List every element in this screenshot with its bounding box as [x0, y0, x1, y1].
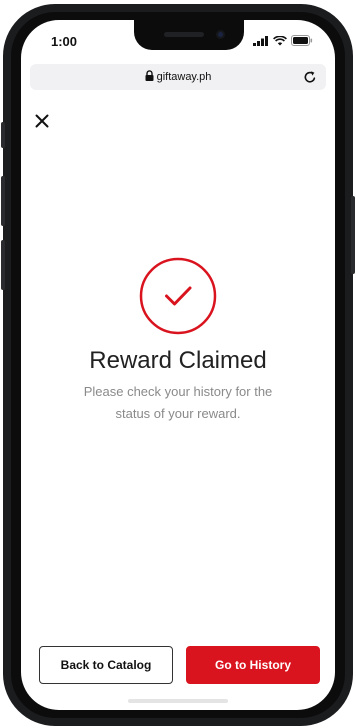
speaker-grille	[164, 32, 204, 37]
home-indicator	[128, 699, 228, 703]
reload-icon[interactable]	[302, 69, 318, 85]
success-message: Please check your history for the status…	[83, 384, 273, 421]
status-icons	[253, 35, 313, 46]
lock-icon	[145, 70, 154, 81]
checkmark-circle-icon	[139, 257, 217, 335]
go-to-history-button[interactable]: Go to History	[186, 646, 320, 684]
success-title: Reward Claimed	[89, 347, 267, 374]
address-text: giftaway.ph	[156, 71, 212, 83]
phone-screen: 1:00 giftaway.ph Reward Claimed Please c…	[21, 20, 335, 710]
battery-icon	[291, 35, 313, 46]
status-time: 1:00	[51, 34, 78, 49]
mute-switch	[1, 122, 5, 148]
browser-address-bar[interactable]: giftaway.ph	[30, 64, 326, 90]
front-camera	[216, 30, 225, 39]
close-icon[interactable]	[33, 112, 51, 130]
wifi-icon	[273, 35, 287, 45]
signal-icon	[253, 35, 268, 46]
volume-down-button	[1, 240, 5, 290]
address-display: giftaway.ph	[30, 70, 326, 83]
volume-up-button	[1, 176, 5, 226]
back-to-catalog-button[interactable]: Back to Catalog	[39, 646, 173, 684]
notch	[134, 20, 244, 50]
power-button	[351, 196, 355, 274]
